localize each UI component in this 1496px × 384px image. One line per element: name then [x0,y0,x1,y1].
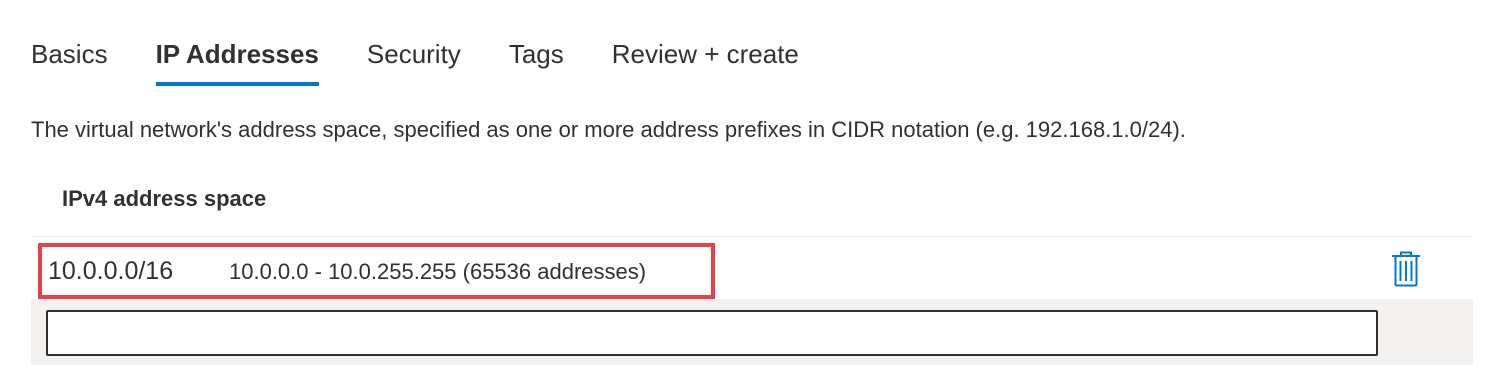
tab-basics[interactable]: Basics [31,28,108,86]
ipv4-address-space-header: IPv4 address space [62,186,267,211]
delete-address-button[interactable] [1391,251,1421,287]
address-prefix-cidr: 10.0.0.0/16 [48,257,174,285]
tab-ip-addresses[interactable]: IP Addresses [155,28,320,86]
address-space-description: The virtual network's address space, spe… [31,117,1186,142]
tab-bar: Basics IP Addresses Security Tags Review… [31,28,799,86]
trash-icon [1392,251,1420,287]
tab-security[interactable]: Security [367,28,461,86]
new-address-row [31,299,1473,365]
new-address-prefix-input[interactable] [46,310,1378,356]
tab-review-create[interactable]: Review + create [612,28,799,86]
tab-tags[interactable]: Tags [509,28,564,86]
address-range: 10.0.0.0 - 10.0.255.255 (65536 addresses… [229,259,647,284]
address-space-row: 10.0.0.0/16 10.0.0.0 - 10.0.255.255 (655… [31,237,1473,299]
